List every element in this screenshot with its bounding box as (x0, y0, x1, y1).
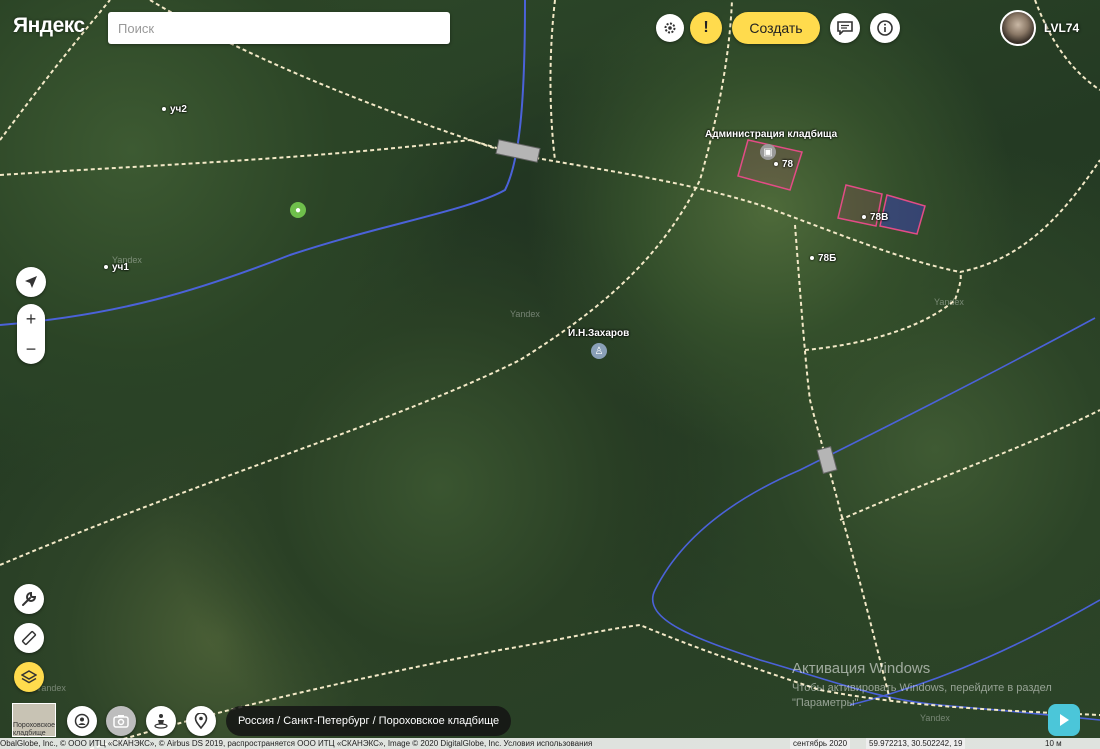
search-input[interactable] (108, 12, 450, 44)
alert-button[interactable]: ! (690, 12, 722, 44)
location-pin-icon (194, 713, 208, 729)
layers-button[interactable] (14, 662, 44, 692)
satellite-map[interactable]: уч2 уч1 Администрация кладбища ▣ 78 78В … (0, 0, 1100, 749)
building-label-78[interactable]: 78 (774, 159, 793, 170)
monument-icon[interactable]: ♙ (591, 343, 607, 359)
navigation-arrow-icon (25, 276, 37, 288)
stream-line (0, 0, 526, 326)
bridge (816, 445, 838, 475)
plus-icon: + (25, 308, 37, 329)
building-label-78b[interactable]: 78Б (810, 253, 836, 264)
map-watermark: Yandex (510, 309, 540, 319)
windows-activation-text: Чтобы активировать Windows, перейдите в … (792, 682, 1052, 709)
next-panel-button[interactable] (1048, 704, 1080, 736)
wrench-icon (22, 591, 37, 606)
street-view-person-icon (154, 714, 168, 729)
attribution-bar: ObalGlobe, Inc., © ООО ИТЦ «СКАНЭКС», © … (0, 738, 1100, 749)
ruler-button[interactable] (14, 623, 44, 653)
settings-button[interactable] (656, 14, 684, 42)
feedback-button[interactable] (830, 13, 860, 43)
tools-button[interactable] (14, 584, 44, 614)
map-watermark: Yandex (112, 255, 142, 265)
layers-icon (21, 670, 37, 684)
map-watermark: Yandex (920, 713, 950, 723)
ruler-icon (21, 630, 37, 646)
user-avatar[interactable] (1000, 10, 1036, 46)
play-arrow-icon (1060, 714, 1069, 726)
photos-button[interactable] (106, 706, 136, 736)
park-pin-icon[interactable]: ● (290, 202, 306, 218)
panorama-thumbnail[interactable]: Пороховское кладбище (12, 703, 56, 737)
place-pin-button[interactable] (186, 706, 216, 736)
person-pin-icon (74, 713, 90, 729)
zoom-control: + − (17, 304, 45, 364)
windows-activation-title: Активация Windows (792, 660, 931, 677)
poi-label-zakharov[interactable]: И.Н.Захаров (568, 328, 629, 339)
building-label-78v[interactable]: 78В (862, 212, 888, 223)
locate-me-button[interactable] (16, 267, 46, 297)
minus-icon: − (25, 338, 37, 359)
plot-label-uch2[interactable]: уч2 (162, 104, 187, 115)
camera-icon (113, 715, 129, 728)
panorama-button[interactable] (146, 706, 176, 736)
chat-icon (837, 21, 853, 35)
zoom-in-button[interactable]: + (17, 304, 45, 334)
yandex-logo[interactable]: Яндекс (13, 14, 85, 38)
breadcrumb[interactable]: Россия / Санкт-Петербург / Пороховское к… (226, 706, 512, 736)
briefcase-icon[interactable]: ▣ (760, 144, 776, 160)
map-watermark: Yandex (934, 297, 964, 307)
coordinates-readout[interactable]: 59.972213, 30.502242, 19 (866, 738, 966, 749)
user-location-button[interactable] (67, 706, 97, 736)
imagery-date: сентябрь 2020 (790, 738, 851, 749)
poi-label-administration[interactable]: Администрация кладбища (705, 129, 837, 140)
copyright-text[interactable]: ObalGlobe, Inc., © ООО ИТЦ «СКАНЭКС», © … (0, 738, 592, 749)
scale-label: 10 м (1045, 739, 1062, 748)
username-label[interactable]: LVL74 (1044, 21, 1079, 35)
zoom-out-button[interactable]: − (17, 334, 45, 364)
exclamation-icon: ! (703, 19, 709, 36)
gear-icon (664, 22, 676, 34)
info-button[interactable] (870, 13, 900, 43)
thumbnail-caption: Пороховское кладбище (13, 722, 56, 737)
info-icon (877, 20, 893, 36)
create-button[interactable]: Создать (732, 12, 820, 44)
